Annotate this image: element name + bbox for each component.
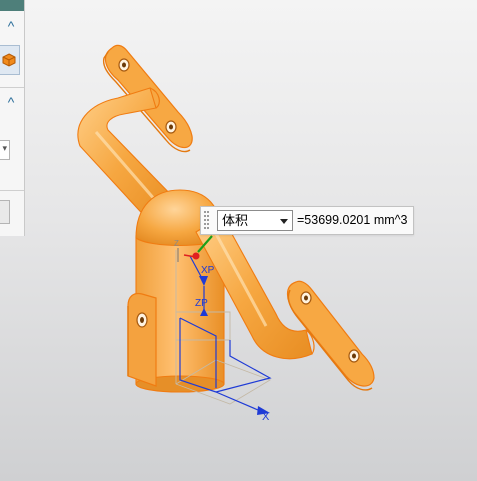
- measure-type-label: 体积: [222, 213, 249, 228]
- measure-readout[interactable]: 体积 =53699.0201 mm^3: [200, 206, 414, 235]
- z-axis-label: Z: [174, 239, 179, 248]
- measure-value: =53699.0201 mm^3: [297, 213, 408, 227]
- pipe-bracket-model[interactable]: X XP ZP Z: [0, 0, 477, 481]
- measure-type-dropdown[interactable]: 体积: [217, 210, 293, 231]
- zp-axis-label: ZP: [195, 298, 208, 309]
- side-lug: [127, 292, 157, 387]
- graphics-viewport[interactable]: ^ ^ ▾ X XP ZP Z 体积 =53699.0201 mm^3: [0, 0, 477, 481]
- dropdown-caret-icon: [280, 219, 288, 224]
- drag-handle-icon[interactable]: [204, 211, 210, 231]
- xp-axis-label: XP: [201, 265, 215, 276]
- x-axis-label: X: [262, 411, 270, 423]
